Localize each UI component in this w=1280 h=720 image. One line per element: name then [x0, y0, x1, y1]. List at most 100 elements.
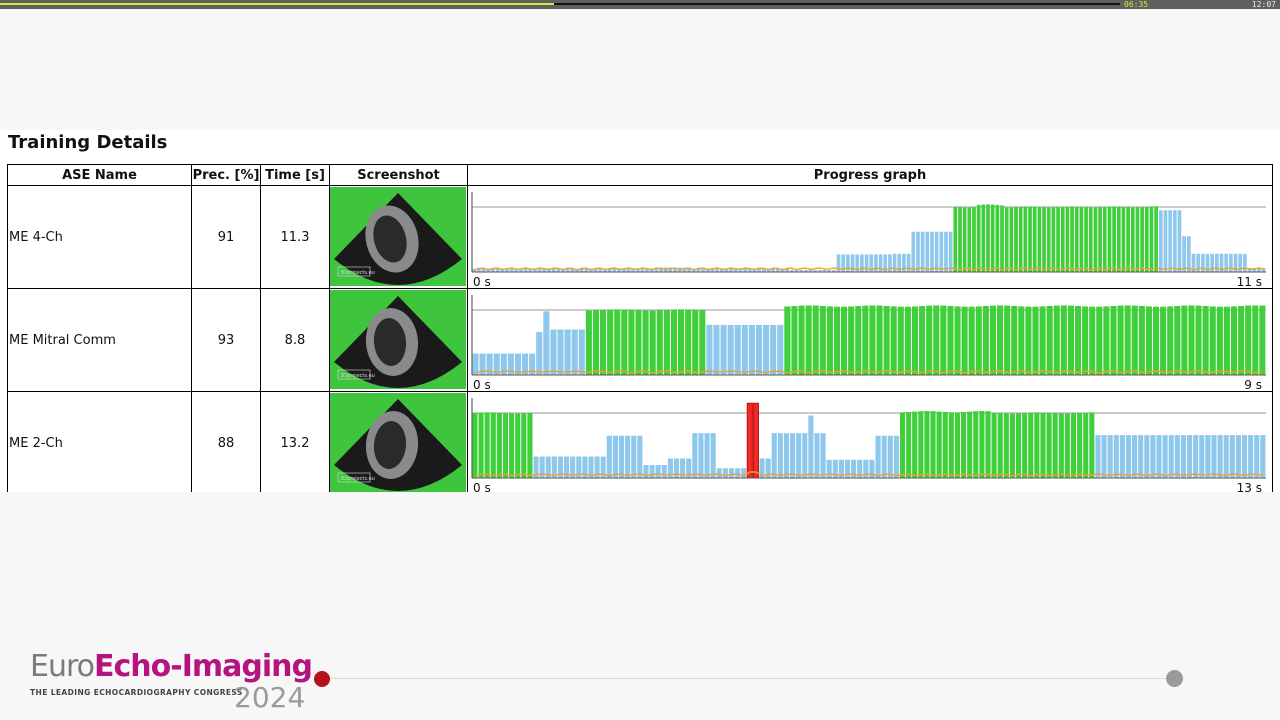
header-precision: Prec. [%] — [191, 164, 261, 186]
graph-bar-green — [699, 310, 706, 375]
graph-bar-blue — [874, 254, 878, 272]
graph-bar-blue — [1211, 435, 1217, 478]
graph-bar-green — [972, 207, 976, 272]
graph-bar-blue — [1168, 210, 1172, 272]
graph-bar-blue — [649, 465, 655, 478]
graph-bar-blue — [770, 324, 777, 375]
graph-bar-green — [985, 411, 991, 478]
graph-bar-green — [1195, 305, 1202, 375]
graph-bar-green — [1140, 207, 1144, 272]
graph-bar-green — [967, 411, 973, 478]
graph-bar-green — [954, 412, 961, 478]
graph-bar-green — [1064, 413, 1070, 478]
graph-bar-blue — [820, 433, 826, 478]
screenshot-caption: 3Dprojects.eu — [340, 270, 375, 276]
progress-graph-cell: 0 s 9 s — [467, 288, 1273, 392]
graph-bar-blue — [930, 231, 934, 272]
video-progress-bar[interactable]: 06:35 12:07 — [0, 0, 1280, 9]
graph-bar-green — [805, 305, 812, 375]
graph-bar-green — [1070, 413, 1077, 478]
graph-bar-blue — [1193, 435, 1199, 478]
graph-bar-green — [997, 413, 1003, 478]
echo-screenshot: 3Dprojects.eu — [330, 393, 466, 492]
graph-bar-green — [904, 306, 911, 375]
graph-bar-green — [515, 413, 521, 478]
axis-start-label: 0 s — [473, 481, 491, 492]
graph-bar-blue — [814, 433, 820, 478]
logo-echo: Echo-Imaging — [94, 649, 313, 684]
graph-bar-green — [848, 306, 855, 375]
graph-bar-blue — [777, 433, 783, 478]
graph-bar-green — [600, 309, 607, 375]
graph-bar-green — [906, 412, 912, 478]
graph-bar-blue — [692, 433, 698, 478]
graph-bar-green — [670, 309, 677, 375]
graph-bar-blue — [1095, 435, 1101, 478]
graph-bar-green — [509, 413, 515, 478]
graph-bar-blue — [722, 468, 728, 478]
graph-bar-green — [1011, 305, 1018, 375]
graph-bar-blue — [631, 435, 637, 478]
graph-bar-green — [1110, 305, 1117, 375]
graph-bar-green — [1160, 306, 1167, 375]
graph-bar-green — [1117, 305, 1124, 375]
graph-bar-green — [614, 309, 621, 375]
graph-bar-blue — [944, 231, 948, 272]
graph-bar-green — [685, 309, 692, 375]
graph-bar-blue — [790, 433, 796, 478]
graph-bar-green — [940, 305, 947, 375]
graph-bar-green — [628, 309, 635, 375]
graph-bar-blue — [727, 324, 734, 375]
graph-bar-blue — [1125, 435, 1132, 478]
graph-bar-green — [954, 306, 961, 375]
axis-start-label: 0 s — [473, 275, 491, 288]
graph-bar-blue — [1235, 435, 1241, 478]
graph-bar-green — [883, 305, 890, 375]
graph-bar-green — [1025, 306, 1032, 375]
graph-bar-green — [1056, 207, 1060, 272]
graph-bar-blue — [887, 435, 893, 478]
graph-bar-blue — [893, 435, 899, 478]
graph-bar-green — [961, 306, 968, 375]
graph-bar-blue — [741, 324, 748, 375]
logo-euro: Euro — [30, 649, 95, 684]
graph-bar-green — [1089, 412, 1095, 478]
elapsed-time: 06:35 — [1124, 0, 1149, 9]
graph-bar-blue — [578, 329, 585, 375]
graph-bar-green — [1209, 306, 1216, 375]
graph-bar-blue — [1144, 435, 1150, 478]
graph-bar-blue — [1180, 435, 1186, 478]
screenshot-cell: 3Dprojects.eu — [329, 185, 468, 289]
total-time: 12:07 — [1251, 0, 1276, 9]
graph-bar-green — [1018, 306, 1025, 375]
table-row: ME 2-Ch 88 13.2 3Dprojects.eu 0 s 13 s — [7, 391, 1273, 492]
graph-bar-green — [1046, 207, 1051, 272]
graph-bar-green — [1089, 306, 1096, 375]
graph-bar-green — [961, 412, 967, 478]
header-ase-name: ASE Name — [7, 164, 192, 186]
graph-bar-green — [1000, 205, 1004, 272]
graph-bar-green — [1028, 412, 1034, 478]
graph-bar-blue — [706, 324, 713, 375]
graph-bar-blue — [1168, 435, 1174, 478]
graph-bar-green — [1098, 207, 1102, 272]
graph-bar-blue — [1156, 435, 1162, 478]
graph-bar-green — [1060, 305, 1067, 375]
graph-bar-green — [1145, 306, 1152, 375]
graph-bar-blue — [881, 435, 887, 478]
graph-bar-red — [746, 402, 753, 479]
graph-bar-green — [1018, 206, 1023, 272]
graph-bar-blue — [1101, 435, 1107, 478]
graph-bar-blue — [860, 254, 864, 272]
graph-bar-green — [1126, 207, 1130, 272]
graph-bar-green — [1154, 206, 1158, 272]
graph-bar-blue — [1243, 253, 1247, 272]
graph-bar-green — [912, 411, 918, 478]
graph-bar-blue — [1172, 210, 1177, 272]
graph-bar-green — [592, 310, 600, 375]
graph-bar-green — [1009, 207, 1014, 272]
graph-bar-green — [890, 306, 897, 375]
axis-end-label: 11 s — [1237, 275, 1262, 288]
ase-name-cell: ME 2-Ch — [7, 391, 192, 492]
graph-bar-green — [1131, 305, 1138, 375]
